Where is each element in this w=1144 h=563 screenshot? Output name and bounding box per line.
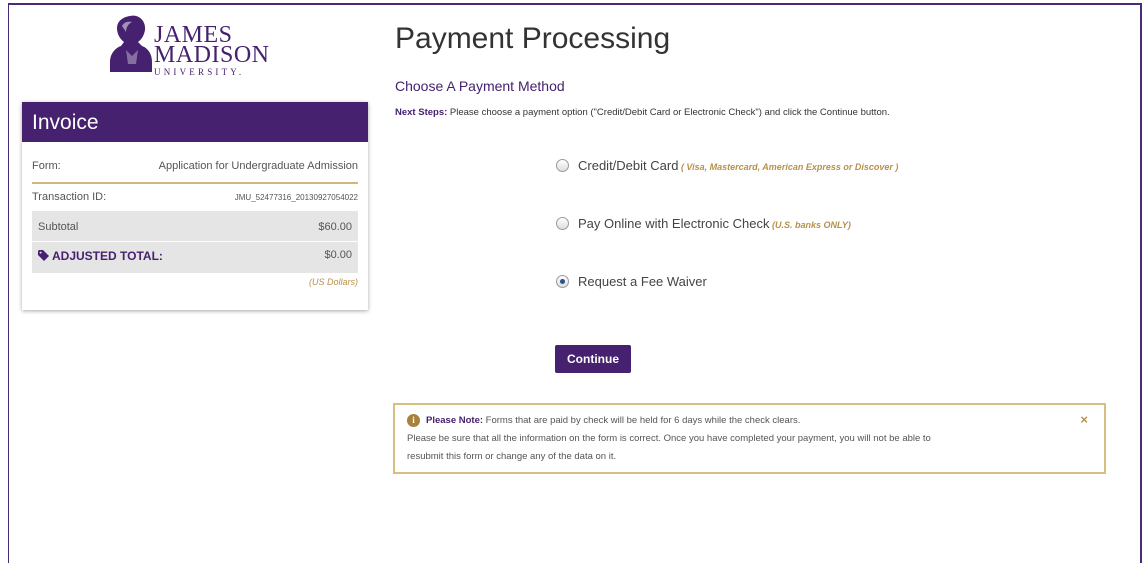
- credit-card-radio[interactable]: [556, 159, 569, 172]
- note-line-3: resubmit this form or change any of the …: [407, 451, 617, 462]
- payment-note-alert: i Please Note: Forms that are paid by ch…: [393, 403, 1106, 474]
- next-steps-label: Next Steps:: [395, 107, 448, 118]
- form-label: Form:: [32, 160, 61, 172]
- section-title: Choose A Payment Method: [395, 78, 565, 94]
- page-title: Payment Processing: [395, 22, 671, 55]
- subtotal-label: Subtotal: [38, 221, 79, 233]
- invoice-panel: Invoice Form: Application for Undergradu…: [22, 102, 368, 310]
- note-line-2: Please be sure that all the information …: [407, 433, 931, 444]
- transaction-label: Transaction ID:: [32, 191, 107, 203]
- invoice-title: Invoice: [22, 102, 368, 142]
- madison-portrait-icon: [110, 15, 152, 72]
- close-icon[interactable]: ×: [1080, 411, 1088, 429]
- adjusted-total-label: ADJUSTED TOTAL:: [52, 249, 163, 263]
- option-electronic-check[interactable]: Pay Online with Electronic Check (U.S. b…: [556, 216, 851, 231]
- logo-line-3: UNIVERSITY.: [154, 67, 245, 77]
- electronic-check-hint: (U.S. banks ONLY): [769, 220, 851, 230]
- info-icon: i: [407, 414, 420, 427]
- credit-card-hint: ( Visa, Mastercard, American Express or …: [678, 162, 899, 172]
- logo-line-2: MADISON: [154, 42, 270, 68]
- option-fee-waiver[interactable]: Request a Fee Waiver: [556, 274, 707, 289]
- adjusted-total-label-wrap: ADJUSTED TOTAL:: [38, 249, 163, 263]
- tag-icon: [38, 250, 49, 261]
- transaction-value: JMU_52477316_20130927054022: [234, 193, 358, 202]
- fee-waiver-label[interactable]: Request a Fee Waiver: [578, 274, 707, 289]
- next-steps-body: Please choose a payment option ("Credit/…: [447, 107, 890, 118]
- adjusted-total-value: $0.00: [324, 249, 352, 261]
- note-line-1-text: Forms that are paid by check will be hel…: [483, 415, 801, 426]
- continue-button[interactable]: Continue: [555, 345, 631, 373]
- totals-box: Subtotal $60.00 ADJUSTED TOTAL: $0.00: [32, 211, 358, 273]
- note-line-1: Please Note: Forms that are paid by chec…: [426, 412, 800, 430]
- divider: [32, 182, 358, 184]
- electronic-check-radio[interactable]: [556, 217, 569, 230]
- university-logo: JAMES MADISON UNIVERSITY.: [108, 10, 278, 80]
- currency-note: (US Dollars): [308, 277, 358, 287]
- credit-card-label[interactable]: Credit/Debit Card: [578, 158, 678, 173]
- note-label: Please Note:: [426, 415, 484, 426]
- option-credit-card[interactable]: Credit/Debit Card ( Visa, Mastercard, Am…: [556, 158, 898, 173]
- electronic-check-label[interactable]: Pay Online with Electronic Check: [578, 216, 769, 231]
- fee-waiver-radio[interactable]: [556, 275, 569, 288]
- next-steps-text: Next Steps: Please choose a payment opti…: [395, 107, 890, 118]
- totals-divider: [32, 241, 358, 242]
- subtotal-value: $60.00: [318, 221, 352, 233]
- form-value: Application for Undergraduate Admission: [158, 160, 358, 172]
